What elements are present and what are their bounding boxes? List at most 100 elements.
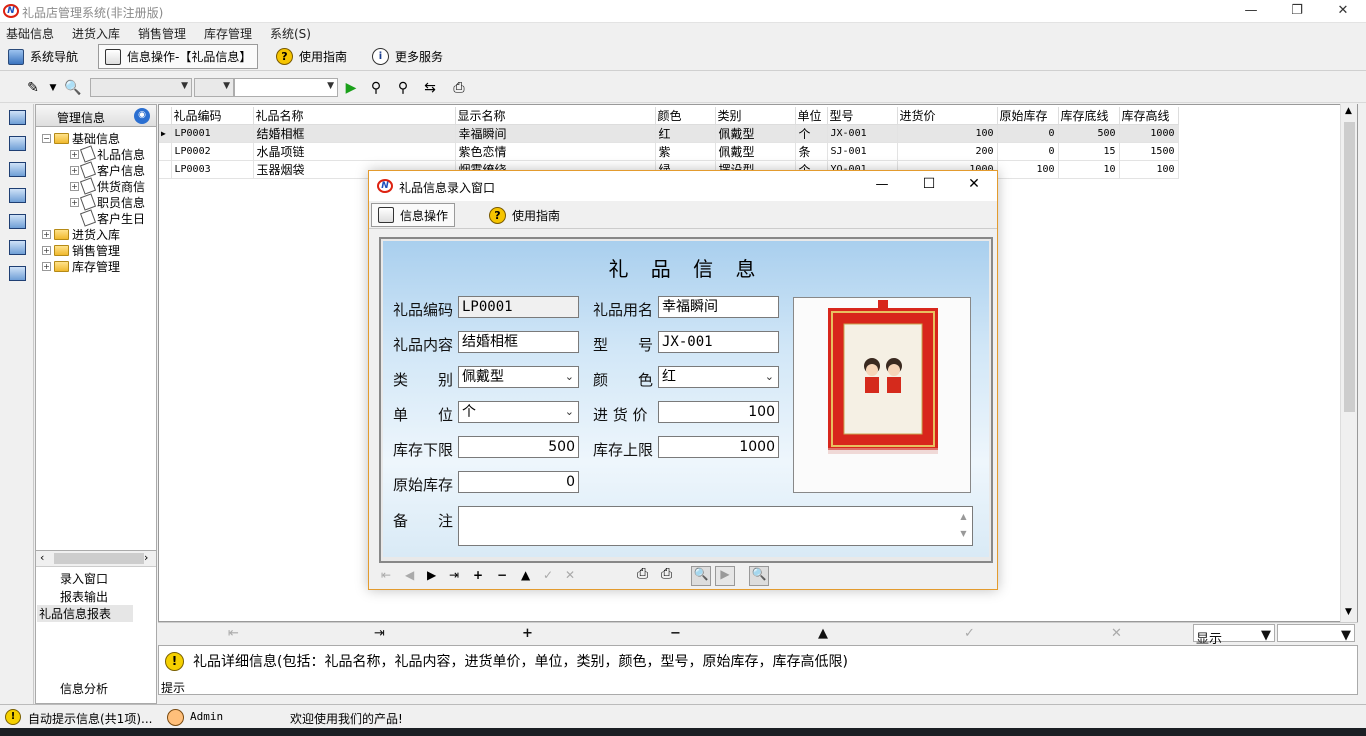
- col-code[interactable]: 礼品编码: [171, 107, 254, 125]
- find-icon[interactable]: 🔍: [749, 566, 769, 586]
- structure-icon[interactable]: [9, 136, 26, 151]
- cancel-record-icon[interactable]: ✕: [1111, 626, 1122, 641]
- tree-node-staff[interactable]: + 职员信息: [70, 193, 145, 211]
- table-row[interactable]: ▶ LP0001 结婚相框 幸福瞬间 红 佩戴型 个 JX-001 100 0 …: [159, 124, 1179, 143]
- menu-sales[interactable]: 销售管理: [138, 25, 186, 42]
- menu-system[interactable]: 系统(S): [270, 25, 311, 42]
- print-icon[interactable]: ⎙: [450, 79, 468, 97]
- col-min-stock[interactable]: 库存底线: [1058, 107, 1120, 125]
- run-query-icon[interactable]: ▶: [342, 79, 360, 97]
- col-display-name[interactable]: 显示名称: [455, 107, 656, 125]
- table-row[interactable]: LP0002 水晶项链 紫色恋情 紫 佩戴型 条 SJ-001 200 0 15…: [159, 142, 1179, 161]
- tab-user-guide[interactable]: ? 使用指南: [270, 44, 353, 69]
- dialog-maximize-button[interactable]: ☐: [914, 176, 944, 192]
- tree-node-basic[interactable]: − 基础信息: [42, 130, 120, 146]
- tree-node-inventory[interactable]: + 库存管理: [42, 258, 120, 274]
- filter-select[interactable]: ▼: [1277, 624, 1355, 643]
- window-icon[interactable]: [9, 110, 26, 125]
- price-field[interactable]: 100: [658, 401, 779, 423]
- scroll-down-icon[interactable]: ▼: [1345, 607, 1352, 617]
- post-record-icon[interactable]: ✓: [543, 568, 553, 582]
- dialog-tab-info[interactable]: 信息操作: [371, 203, 456, 227]
- min-stock-field[interactable]: 500: [458, 436, 579, 458]
- remark-textarea[interactable]: [458, 506, 973, 546]
- dialog-close-button[interactable]: ✕: [959, 176, 989, 192]
- category-select[interactable]: 佩戴型 ⌄: [458, 366, 579, 388]
- add-record-icon[interactable]: +: [522, 626, 533, 641]
- field-select[interactable]: ▼: [90, 78, 192, 97]
- edit-record-icon[interactable]: ▲: [521, 568, 530, 582]
- grid-vertical-scrollbar[interactable]: ▲ ▼: [1340, 104, 1357, 622]
- operator-select[interactable]: ▼: [194, 78, 234, 97]
- first-record-icon[interactable]: ⇤: [381, 568, 391, 582]
- find-icon[interactable]: 🔍: [64, 79, 82, 97]
- tree-node-birthday[interactable]: 客户生日: [79, 209, 145, 227]
- refresh-icon[interactable]: ⇆: [421, 79, 439, 97]
- value-select[interactable]: ▼: [234, 78, 338, 97]
- tab-more-services[interactable]: i 更多服务: [366, 44, 449, 69]
- scroll-thumb[interactable]: [54, 553, 144, 564]
- remark-scrollbar[interactable]: ▲ ▼: [956, 508, 971, 544]
- delete-record-icon[interactable]: −: [670, 626, 681, 641]
- menu-inventory[interactable]: 库存管理: [204, 25, 252, 42]
- print-icon[interactable]: ⎙: [637, 566, 648, 582]
- first-record-icon[interactable]: ⇤: [228, 626, 239, 641]
- col-category[interactable]: 类别: [715, 107, 796, 125]
- chevron-down-icon[interactable]: ⌄: [565, 369, 574, 385]
- content-field[interactable]: 结婚相框: [458, 331, 579, 353]
- tree-node-gift[interactable]: + 礼品信息: [70, 145, 145, 163]
- print-preview-icon[interactable]: ⎙: [661, 566, 672, 582]
- col-color[interactable]: 颜色: [655, 107, 716, 125]
- col-orig-stock[interactable]: 原始库存: [997, 107, 1059, 125]
- scroll-left-icon[interactable]: ‹: [40, 551, 44, 564]
- use-name-field[interactable]: 幸福瞬间: [658, 296, 779, 318]
- dialog-tab-guide[interactable]: ? 使用指南: [483, 203, 566, 227]
- chart-icon[interactable]: [9, 214, 26, 229]
- unit-select[interactable]: 个 ⌄: [458, 401, 579, 423]
- collapse-icon[interactable]: ◉: [134, 108, 150, 124]
- nav-gift-report[interactable]: 礼品信息报表: [37, 605, 133, 622]
- menu-basic-info[interactable]: 基础信息: [6, 25, 54, 42]
- next-record-icon[interactable]: ▶: [427, 568, 436, 582]
- tab-system-nav[interactable]: 系统导航: [2, 44, 84, 69]
- nav-entry-window[interactable]: 录入窗口: [60, 570, 108, 587]
- restore-button[interactable]: ❐: [1274, 0, 1320, 23]
- scroll-thumb[interactable]: [1344, 122, 1355, 412]
- prior-record-icon[interactable]: ◀: [405, 568, 414, 582]
- display-select[interactable]: 显示 ▼: [1193, 624, 1275, 647]
- dropdown-arrow-icon[interactable]: ▼: [44, 79, 62, 97]
- document-icon[interactable]: [9, 188, 26, 203]
- col-unit[interactable]: 单位: [795, 107, 828, 125]
- list-icon[interactable]: [9, 162, 26, 177]
- scroll-right-icon[interactable]: ›: [144, 551, 148, 564]
- search-binoculars-icon[interactable]: ⚲: [367, 79, 385, 97]
- tree-node-sales[interactable]: + 销售管理: [42, 242, 120, 258]
- close-button[interactable]: ✕: [1320, 0, 1366, 23]
- last-record-icon[interactable]: ⇥: [449, 568, 459, 582]
- tree-node-customer[interactable]: + 客户信息: [70, 161, 145, 179]
- tree-node-supplier[interactable]: + 供货商信: [70, 177, 145, 195]
- zoom-icon[interactable]: 🔍: [691, 566, 711, 586]
- last-record-icon[interactable]: ⇥: [374, 626, 385, 641]
- users-icon[interactable]: [9, 240, 26, 255]
- post-record-icon[interactable]: ✓: [964, 626, 975, 641]
- menu-purchase[interactable]: 进货入库: [72, 25, 120, 42]
- max-stock-field[interactable]: 1000: [658, 436, 779, 458]
- model-field[interactable]: JX-001: [658, 331, 779, 353]
- dialog-minimize-button[interactable]: —: [867, 177, 897, 192]
- tab-info-operation[interactable]: 信息操作-【礼品信息】: [98, 44, 259, 69]
- edit-record-icon[interactable]: ▲: [818, 626, 828, 641]
- chevron-down-icon[interactable]: ⌄: [765, 369, 774, 385]
- col-model[interactable]: 型号: [827, 107, 898, 125]
- delete-record-icon[interactable]: −: [497, 568, 507, 582]
- orig-stock-field[interactable]: 0: [458, 471, 579, 493]
- code-field[interactable]: LP0001: [458, 296, 579, 318]
- play-icon[interactable]: ▶: [715, 566, 735, 586]
- nav-info-analysis[interactable]: 信息分析: [60, 680, 108, 697]
- col-max-stock[interactable]: 库存高线: [1119, 107, 1179, 125]
- cancel-record-icon[interactable]: ✕: [565, 568, 575, 582]
- col-name[interactable]: 礼品名称: [253, 107, 456, 125]
- report-icon[interactable]: [9, 266, 26, 281]
- add-record-icon[interactable]: +: [473, 568, 483, 582]
- edit-pencil-icon[interactable]: ✎: [24, 79, 42, 97]
